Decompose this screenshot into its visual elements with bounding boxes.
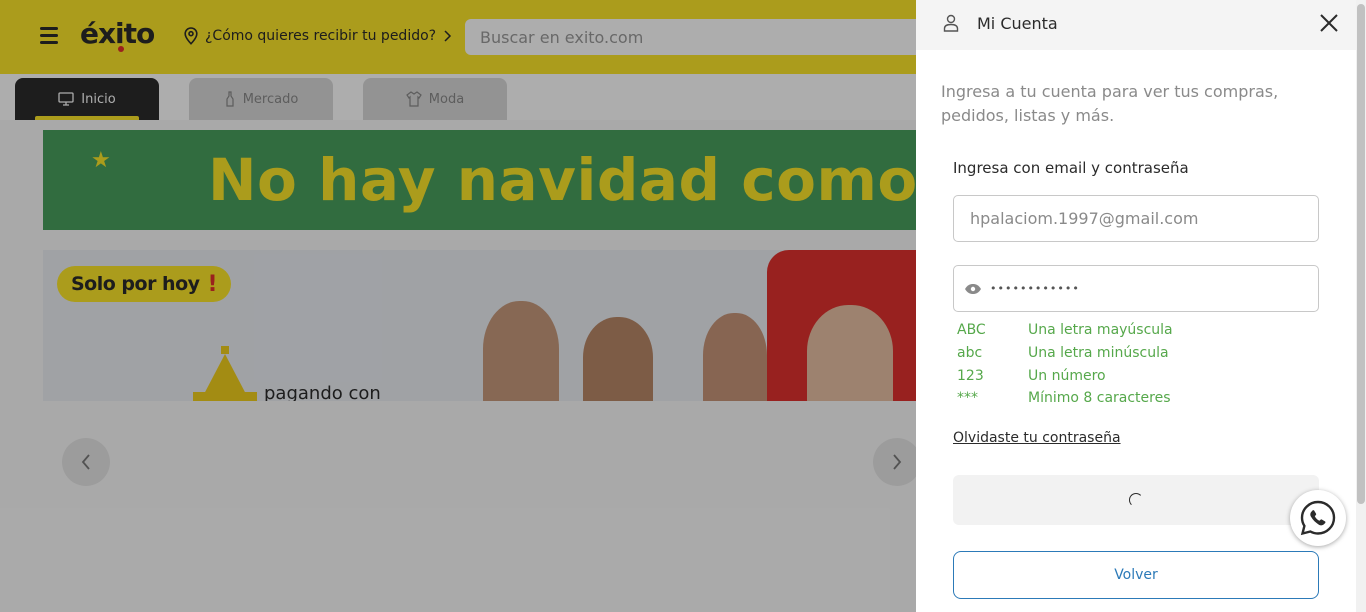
whatsapp-button[interactable] xyxy=(1290,490,1346,546)
password-rule: 123 Un número xyxy=(957,364,1297,387)
user-icon xyxy=(943,14,959,32)
password-rules: ABC Una letra mayúscula abc Una letra mi… xyxy=(957,319,1297,410)
rule-code: 123 xyxy=(957,367,984,384)
back-button[interactable]: Volver xyxy=(953,551,1319,599)
login-submit-button[interactable] xyxy=(953,475,1319,525)
rule-text: Mínimo 8 caracteres xyxy=(1028,390,1171,407)
password-rule: abc Una letra minúscula xyxy=(957,342,1297,365)
rule-text: Una letra mayúscula xyxy=(1028,322,1173,339)
rule-text: Una letra minúscula xyxy=(1028,345,1169,362)
eye-icon[interactable] xyxy=(964,283,982,295)
scrollbar-thumb[interactable] xyxy=(1357,4,1365,504)
drawer-title: Mi Cuenta xyxy=(977,14,1058,33)
password-rule: *** Mínimo 8 caracteres xyxy=(957,387,1297,410)
email-field[interactable]: hpalaciom.1997@gmail.com xyxy=(953,195,1319,242)
forgot-password-link[interactable]: Olvidaste tu contraseña xyxy=(953,430,1121,446)
rule-code: ABC xyxy=(957,322,986,339)
form-label: Ingresa con email y contraseña xyxy=(953,159,1189,177)
password-field[interactable]: •••••••••••• xyxy=(953,265,1319,312)
password-rule: ABC Una letra mayúscula xyxy=(957,319,1297,342)
loading-spinner-icon xyxy=(1129,493,1143,507)
rule-code: abc xyxy=(957,345,983,362)
close-icon[interactable] xyxy=(1318,12,1340,34)
whatsapp-icon xyxy=(1300,500,1336,536)
intro-text: Ingresa a tu cuenta para ver tus compras… xyxy=(941,82,1279,125)
drawer-scrollbar[interactable] xyxy=(1356,0,1366,612)
password-value: •••••••••••• xyxy=(990,282,1080,295)
rule-text: Un número xyxy=(1028,367,1106,384)
drawer-header: Mi Cuenta xyxy=(916,0,1356,50)
rule-code: *** xyxy=(957,390,978,407)
